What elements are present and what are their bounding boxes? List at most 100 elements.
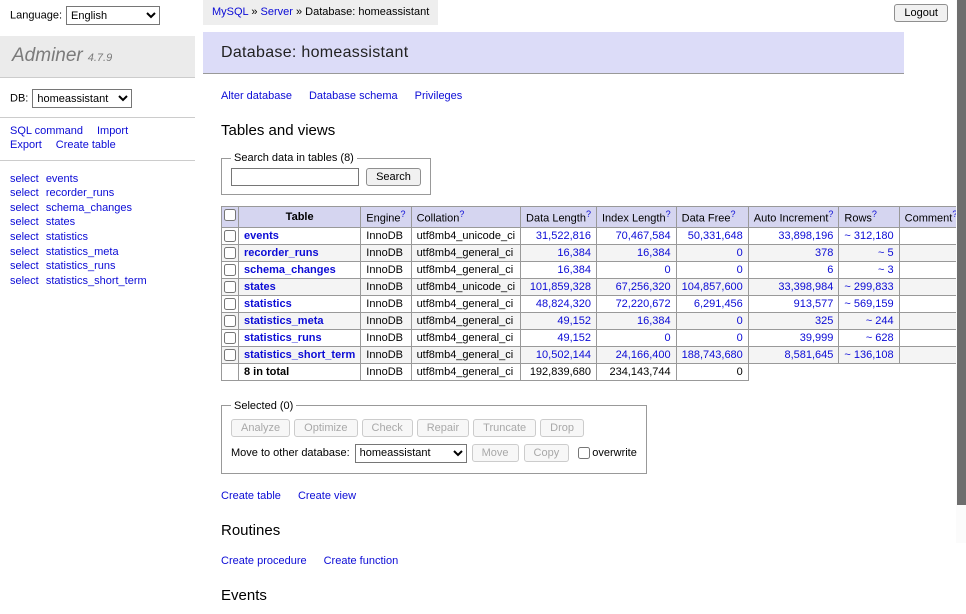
rows-link[interactable]: ~ 569,159 [844, 298, 893, 310]
operation-button-check[interactable]: Check [362, 419, 413, 437]
link-create-view[interactable]: Create view [298, 490, 356, 502]
data-free-link[interactable]: 50,331,648 [688, 230, 743, 242]
operation-button-truncate[interactable]: Truncate [473, 419, 536, 437]
select-link-statistics-runs[interactable]: select [10, 260, 39, 272]
select-link-recorder-runs[interactable]: select [10, 187, 39, 199]
search-input[interactable] [231, 168, 359, 186]
data-free-link[interactable]: 104,857,600 [682, 281, 743, 293]
search-button[interactable]: Search [366, 168, 421, 186]
index-length-link[interactable]: 16,384 [637, 315, 671, 327]
row-checkbox-events[interactable] [224, 230, 236, 242]
table-link-statistics-meta[interactable]: statistics_meta [46, 246, 119, 258]
operation-button-repair[interactable]: Repair [417, 419, 469, 437]
link-privileges[interactable]: Privileges [415, 90, 463, 102]
auto-increment-link[interactable]: 325 [815, 315, 833, 327]
data-length-link[interactable]: 31,522,816 [536, 230, 591, 242]
link-create-table[interactable]: Create table [56, 139, 116, 151]
link-sql-command[interactable]: SQL command [10, 125, 83, 137]
index-length-link[interactable]: 72,220,672 [616, 298, 671, 310]
auto-increment-link[interactable]: 913,577 [794, 298, 834, 310]
auto-increment-link[interactable]: 33,898,196 [778, 230, 833, 242]
copy-button[interactable]: Copy [524, 444, 570, 462]
table-name-link-states[interactable]: states [244, 281, 276, 293]
auto-increment-link[interactable]: 378 [815, 247, 833, 259]
table-name-link-statistics-runs[interactable]: statistics_runs [244, 332, 322, 344]
language-select[interactable]: English [66, 6, 160, 25]
row-checkbox-schema-changes[interactable] [224, 264, 236, 276]
data-free-link[interactable]: 0 [737, 264, 743, 276]
operation-button-drop[interactable]: Drop [540, 419, 584, 437]
table-name-link-schema-changes[interactable]: schema_changes [244, 264, 336, 276]
help-link-index-length[interactable]: ? [666, 209, 671, 219]
row-checkbox-statistics-short-term[interactable] [224, 349, 236, 361]
help-link-collation[interactable]: ? [459, 209, 464, 219]
logout-button[interactable]: Logout [894, 4, 948, 22]
table-link-statistics-runs[interactable]: statistics_runs [46, 260, 116, 272]
data-length-link[interactable]: 49,152 [557, 332, 591, 344]
select-all-checkbox[interactable] [224, 209, 236, 221]
overwrite-checkbox[interactable] [578, 447, 590, 459]
data-free-link[interactable]: 188,743,680 [682, 349, 743, 361]
row-checkbox-recorder-runs[interactable] [224, 247, 236, 259]
index-length-link[interactable]: 0 [665, 264, 671, 276]
row-checkbox-statistics-meta[interactable] [224, 315, 236, 327]
data-free-link[interactable]: 0 [737, 247, 743, 259]
data-free-link[interactable]: 6,291,456 [694, 298, 743, 310]
data-length-link[interactable]: 10,502,144 [536, 349, 591, 361]
link-create-function[interactable]: Create function [324, 555, 399, 567]
help-link-engine[interactable]: ? [401, 209, 406, 219]
data-length-link[interactable]: 16,384 [557, 264, 591, 276]
rows-link[interactable]: ~ 3 [878, 264, 894, 276]
data-length-link[interactable]: 16,384 [557, 247, 591, 259]
table-link-states[interactable]: states [46, 216, 75, 228]
auto-increment-link[interactable]: 6 [827, 264, 833, 276]
auto-increment-link[interactable]: 33,398,984 [778, 281, 833, 293]
table-link-recorder-runs[interactable]: recorder_runs [46, 187, 114, 199]
table-name-link-recorder-runs[interactable]: recorder_runs [244, 247, 319, 259]
help-link-data-length[interactable]: ? [586, 209, 591, 219]
breadcrumb-link-mysql[interactable]: MySQL [212, 6, 248, 18]
index-length-link[interactable]: 67,256,320 [616, 281, 671, 293]
db-select[interactable]: homeassistant [32, 89, 132, 108]
table-link-statistics[interactable]: statistics [46, 231, 88, 243]
help-link-rows[interactable]: ? [872, 209, 877, 219]
rows-link[interactable]: ~ 136,108 [844, 349, 893, 361]
operation-button-analyze[interactable]: Analyze [231, 419, 290, 437]
table-link-schema-changes[interactable]: schema_changes [46, 202, 132, 214]
index-length-link[interactable]: 24,166,400 [616, 349, 671, 361]
table-name-link-statistics-meta[interactable]: statistics_meta [244, 315, 324, 327]
select-link-events[interactable]: select [10, 173, 39, 185]
data-free-link[interactable]: 0 [737, 315, 743, 327]
table-link-statistics-short-term[interactable]: statistics_short_term [46, 275, 147, 287]
rows-link[interactable]: ~ 628 [866, 332, 894, 344]
breadcrumb-link-server[interactable]: Server [261, 6, 293, 18]
select-link-schema-changes[interactable]: select [10, 202, 39, 214]
select-link-states[interactable]: select [10, 216, 39, 228]
move-button[interactable]: Move [472, 444, 519, 462]
table-name-link-statistics-short-term[interactable]: statistics_short_term [244, 349, 355, 361]
link-alter-database[interactable]: Alter database [221, 90, 292, 102]
select-link-statistics-short-term[interactable]: select [10, 275, 39, 287]
index-length-link[interactable]: 70,467,584 [616, 230, 671, 242]
row-checkbox-states[interactable] [224, 281, 236, 293]
select-link-statistics-meta[interactable]: select [10, 246, 39, 258]
move-db-select[interactable]: homeassistant [355, 444, 467, 463]
table-link-events[interactable]: events [46, 173, 78, 185]
rows-link[interactable]: ~ 312,180 [844, 230, 893, 242]
help-link-auto-increment[interactable]: ? [828, 209, 833, 219]
link-export[interactable]: Export [10, 139, 42, 151]
link-database-schema[interactable]: Database schema [309, 90, 398, 102]
index-length-link[interactable]: 0 [665, 332, 671, 344]
help-link-data-free[interactable]: ? [731, 209, 736, 219]
link-create-procedure[interactable]: Create procedure [221, 555, 307, 567]
data-length-link[interactable]: 101,859,328 [530, 281, 591, 293]
link-create-table[interactable]: Create table [221, 490, 281, 502]
table-name-link-statistics[interactable]: statistics [244, 298, 292, 310]
rows-link[interactable]: ~ 244 [866, 315, 894, 327]
index-length-link[interactable]: 16,384 [637, 247, 671, 259]
operation-button-optimize[interactable]: Optimize [294, 419, 357, 437]
rows-link[interactable]: ~ 5 [878, 247, 894, 259]
table-name-link-events[interactable]: events [244, 230, 279, 242]
select-link-statistics[interactable]: select [10, 231, 39, 243]
row-checkbox-statistics-runs[interactable] [224, 332, 236, 344]
